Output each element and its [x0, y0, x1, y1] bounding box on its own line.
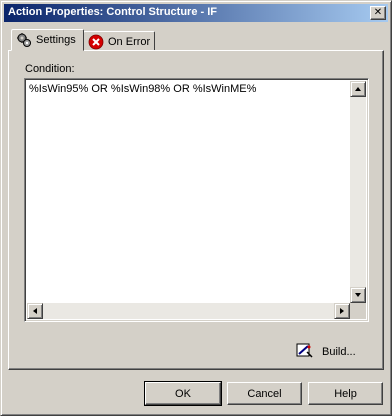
- build-button[interactable]: Build...: [296, 343, 356, 361]
- condition-text[interactable]: %IsWin95% OR %IsWin98% OR %IsWinME%: [29, 83, 256, 95]
- scroll-down-button[interactable]: [350, 287, 366, 303]
- ok-button[interactable]: OK: [144, 381, 222, 406]
- arrow-left-icon: [33, 308, 37, 314]
- cancel-button[interactable]: Cancel: [227, 382, 302, 405]
- tab-settings[interactable]: Settings: [11, 29, 84, 51]
- close-button[interactable]: ✕: [370, 6, 386, 20]
- title-bar[interactable]: Action Properties: Control Structure - I…: [4, 4, 388, 22]
- build-wand-icon: [296, 343, 314, 362]
- close-icon: ✕: [373, 7, 383, 18]
- arrow-down-icon: [355, 293, 361, 297]
- tab-on-error[interactable]: On Error: [83, 31, 155, 51]
- tab-settings-label: Settings: [36, 34, 76, 46]
- help-button[interactable]: Help: [308, 382, 383, 405]
- condition-editor[interactable]: %IsWin95% OR %IsWin98% OR %IsWinME%: [24, 78, 369, 322]
- gear-icon: [16, 32, 32, 48]
- arrow-right-icon: [340, 308, 344, 314]
- window-title: Action Properties: Control Structure - I…: [8, 6, 218, 18]
- build-label: Build...: [322, 346, 356, 358]
- horizontal-scrollbar[interactable]: [27, 303, 350, 319]
- condition-label: Condition:: [25, 63, 75, 75]
- arrow-up-icon: [355, 87, 361, 91]
- scroll-right-button[interactable]: [334, 303, 350, 319]
- scrollbar-corner: [350, 303, 366, 319]
- scroll-left-button[interactable]: [27, 303, 43, 319]
- scroll-up-button[interactable]: [350, 81, 366, 97]
- tab-on-error-label: On Error: [108, 35, 151, 48]
- vertical-scrollbar[interactable]: [350, 81, 366, 303]
- error-x-icon: [88, 34, 104, 50]
